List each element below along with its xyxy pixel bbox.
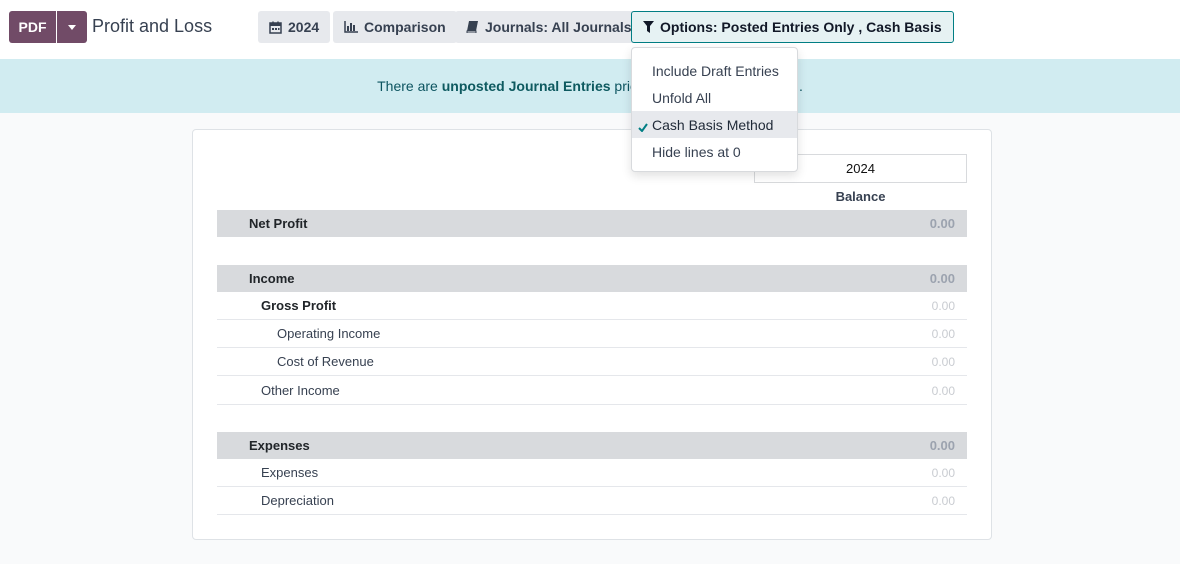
row-amount: 0.00: [931, 354, 955, 369]
row-net-profit[interactable]: Net Profit 0.00: [217, 210, 967, 237]
row-amount: 0.00: [929, 438, 955, 453]
date-filter-label: 2024: [288, 19, 320, 35]
options-filter-label: Options: Posted Entries Only , Cash Basi…: [660, 19, 942, 35]
row-amount: 0.00: [931, 465, 955, 480]
unposted-entries-banner: There are unposted Journal Entries pric.: [0, 59, 1180, 113]
menu-item-label: Cash Basis Method: [652, 116, 774, 133]
row-label: Expenses: [261, 465, 319, 480]
row-amount: 0.00: [929, 271, 955, 286]
row-label: Operating Income: [277, 326, 381, 341]
pdf-button[interactable]: PDF: [9, 11, 56, 43]
row-expenses[interactable]: Expenses 0.00: [217, 459, 967, 487]
row-operating-income[interactable]: Operating Income 0.00: [217, 320, 967, 348]
row-label: Cost of Revenue: [277, 354, 374, 369]
banner-tail: .: [798, 78, 803, 94]
row-amount: 0.00: [931, 326, 955, 341]
filter-icon: [643, 21, 654, 33]
row-amount: 0.00: [931, 298, 955, 313]
row-amount: 0.00: [929, 216, 955, 231]
journals-filter-label: Journals: All Journals: [485, 19, 632, 35]
pdf-dropdown-toggle[interactable]: [57, 11, 87, 43]
row-label: Expenses: [249, 438, 310, 453]
column-subheader-balance: Balance: [835, 189, 886, 204]
row-expenses-section[interactable]: Expenses 0.00: [217, 432, 967, 459]
page-title: Profit and Loss: [92, 16, 213, 36]
row-label: Net Profit: [249, 216, 308, 231]
journals-filter-button[interactable]: Journals: All Journals: [455, 11, 643, 43]
comparison-label: Comparison: [364, 19, 446, 35]
row-label: Depreciation: [261, 493, 334, 508]
row-cost-of-revenue[interactable]: Cost of Revenue 0.00: [217, 348, 967, 376]
menu-item-unfold-all[interactable]: Unfold All: [632, 84, 797, 111]
options-filter-button[interactable]: Options: Posted Entries Only , Cash Basi…: [631, 11, 954, 43]
menu-item-include-draft[interactable]: Include Draft Entries: [632, 57, 797, 84]
unposted-entries-link[interactable]: unposted Journal Entries: [442, 78, 611, 94]
checkmark-icon: [638, 119, 648, 135]
menu-item-label: Include Draft Entries: [652, 62, 779, 79]
menu-item-label: Hide lines at 0: [652, 143, 741, 160]
row-depreciation[interactable]: Depreciation 0.00: [217, 487, 967, 515]
book-icon: [466, 21, 479, 33]
comparison-button[interactable]: Comparison: [333, 11, 457, 43]
row-income[interactable]: Income 0.00: [217, 265, 967, 292]
row-other-income[interactable]: Other Income 0.00: [217, 377, 967, 405]
caret-down-icon: [68, 24, 76, 30]
control-panel: PDF Profit and Loss 2024 Comparison Jour…: [0, 0, 1180, 59]
row-label: Other Income: [261, 383, 340, 398]
options-dropdown-menu: Include Draft Entries Unfold All Cash Ba…: [631, 47, 798, 172]
calendar-icon: [269, 21, 282, 34]
row-label: Income: [249, 271, 295, 286]
row-label: Gross Profit: [261, 298, 337, 313]
row-amount: 0.00: [931, 493, 955, 508]
date-filter-button[interactable]: 2024: [258, 11, 331, 43]
banner-prefix: There are: [377, 78, 438, 94]
menu-item-label: Unfold All: [652, 89, 712, 106]
menu-item-hide-zero-lines[interactable]: Hide lines at 0: [632, 138, 797, 165]
bar-chart-icon: [344, 21, 358, 33]
menu-item-cash-basis[interactable]: Cash Basis Method: [632, 111, 797, 138]
row-gross-profit[interactable]: Gross Profit 0.00: [217, 292, 967, 320]
row-amount: 0.00: [931, 383, 955, 398]
